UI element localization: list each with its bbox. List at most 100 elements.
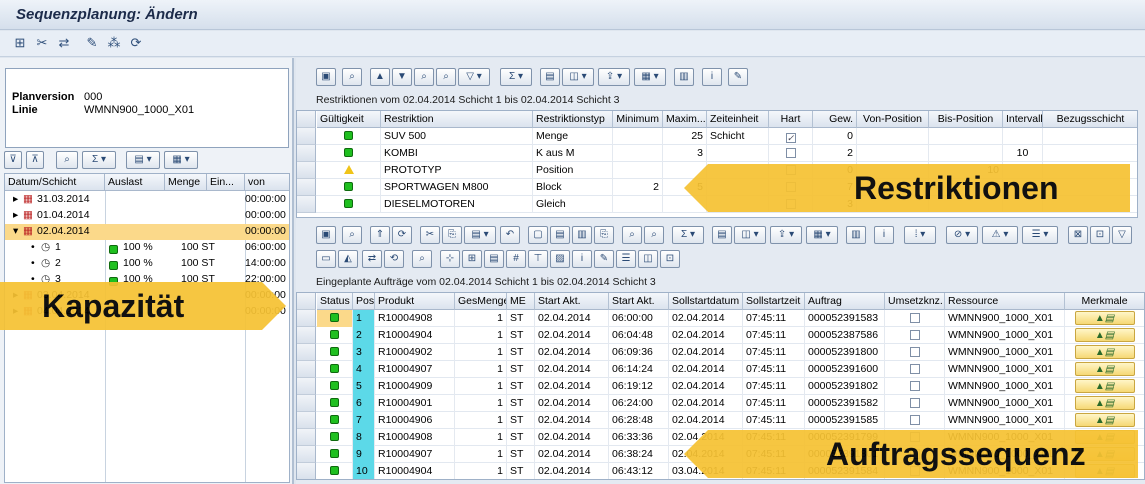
info-button[interactable]: i — [572, 250, 592, 268]
col-header[interactable]: Restriktionstyp — [533, 111, 613, 128]
col-header-datum-schicht[interactable]: Datum/Schicht — [5, 174, 105, 191]
hart-checkbox[interactable] — [769, 145, 813, 162]
doc-copy-button[interactable]: ⎘ — [594, 226, 614, 244]
col-header[interactable]: ME — [507, 293, 535, 310]
group-button[interactable]: ⊞ — [462, 250, 482, 268]
order-row[interactable]: 6 R10004901 1 ST 02.04.2014 06:24:00 02.04.201… — [297, 395, 1144, 412]
search-next-button[interactable]: ⌕ — [436, 68, 456, 86]
col-header[interactable]: GesMenge — [455, 293, 507, 310]
col-header[interactable]: Hart — [769, 111, 813, 128]
number-button[interactable]: # — [506, 250, 526, 268]
merkmale-button[interactable]: ▲▤ — [1065, 412, 1144, 429]
tree-row[interactable]: ▾ ▦ 02.04.2014 00:00:00 — [5, 224, 289, 240]
umsetzknz-checkbox[interactable] — [885, 412, 945, 429]
print-button[interactable]: ▤ — [712, 226, 732, 244]
image-button[interactable]: ▨ — [550, 250, 570, 268]
info-button[interactable]: i — [702, 68, 722, 86]
tree-row[interactable]: • ◷ 2 100 % 100 ST 14:00:00 — [5, 256, 289, 272]
restriction-row[interactable]: SUV 500 Menge 25 Schicht ✓ 0 — [297, 128, 1137, 145]
col-header[interactable]: Bezugsschicht — [1043, 111, 1137, 128]
list-button[interactable]: ☰ — [616, 250, 636, 268]
col-header[interactable]: Ressource — [945, 293, 1065, 310]
merkmale-button[interactable]: ▲▤ — [1065, 344, 1144, 361]
export-button[interactable]: ⇪ ▾ — [598, 68, 630, 86]
table-button[interactable]: ▭ — [316, 250, 336, 268]
row-selector[interactable] — [297, 196, 316, 213]
col-header[interactable]: Auftrag — [805, 293, 885, 310]
sort-desc-button[interactable]: ▼ — [392, 68, 412, 86]
doc-red-button[interactable]: ▥ — [572, 226, 592, 244]
settings-grid-icon[interactable]: ⁂ — [106, 35, 122, 51]
umsetzknz-checkbox[interactable] — [885, 395, 945, 412]
wizard-button[interactable]: ✎ — [728, 68, 748, 86]
row-selector[interactable] — [297, 463, 316, 479]
warning-button[interactable]: ⚠ ▾ — [982, 226, 1018, 244]
col-header[interactable]: Bis-Position — [929, 111, 1003, 128]
hierarchy-icon[interactable]: ⊞ — [12, 35, 28, 51]
row-selector[interactable] — [297, 327, 316, 344]
list-button[interactable]: ☰ ▾ — [1022, 226, 1058, 244]
col-header[interactable]: Restriktion — [381, 111, 533, 128]
col-header[interactable]: Minimum — [613, 111, 663, 128]
row-selector[interactable] — [297, 378, 316, 395]
order-row[interactable]: 2 R10004904 1 ST 02.04.2014 06:04:48 02.04.201… — [297, 327, 1144, 344]
print-button[interactable]: ▤ ▾ — [126, 151, 160, 169]
graphic-button[interactable]: ▥ — [846, 226, 866, 244]
col-header-ein[interactable]: Ein... — [207, 174, 245, 191]
chart-button[interactable]: ◭ — [338, 250, 358, 268]
merkmale-button[interactable]: ▲▤ — [1065, 361, 1144, 378]
row-selector[interactable] — [297, 429, 316, 446]
merkmale-button[interactable]: ▲▤ — [1065, 310, 1144, 327]
layout-button[interactable]: ▦ ▾ — [634, 68, 666, 86]
details-button[interactable]: ▣ — [316, 68, 336, 86]
filter-button[interactable]: ▽ — [1112, 226, 1132, 244]
transfer-button[interactable]: ⇄ — [362, 250, 382, 268]
layout-button[interactable]: ▦ ▾ — [806, 226, 838, 244]
find-button[interactable]: ⌕ — [342, 68, 362, 86]
umsetzknz-checkbox[interactable] — [885, 344, 945, 361]
view-button[interactable]: ◫ ▾ — [734, 226, 766, 244]
search-button[interactable]: ⌕ — [414, 68, 434, 86]
new-doc-button[interactable]: ▢ — [528, 226, 548, 244]
hierarchy-button[interactable]: ⊤ — [528, 250, 548, 268]
col-header[interactable]: Status — [317, 293, 353, 310]
tree-row[interactable]: • ◷ 1 100 % 100 ST 06:00:00 — [5, 240, 289, 256]
row-selector[interactable] — [297, 128, 316, 145]
col-header[interactable]: Sollstartzeit — [743, 293, 805, 310]
row-selector[interactable] — [297, 361, 316, 378]
fit-button[interactable]: ⊡ — [660, 250, 680, 268]
search-button[interactable]: ⌕ — [622, 226, 642, 244]
tree-expander-icon[interactable]: ▸ — [13, 192, 18, 207]
move-up-button[interactable]: ⇑ — [370, 226, 390, 244]
collapse-all-button[interactable]: ⊼ — [26, 151, 44, 169]
col-header-auslast[interactable]: Auslast — [105, 174, 165, 191]
col-header[interactable]: Merkmale — [1065, 293, 1144, 310]
details-button[interactable]: ▣ — [316, 226, 336, 244]
view-button[interactable]: ◫ ▾ — [562, 68, 594, 86]
sum-button[interactable]: Σ ▾ — [672, 226, 704, 244]
col-header[interactable]: Produkt — [375, 293, 455, 310]
zoom-button[interactable]: ⌕ — [412, 250, 432, 268]
col-header[interactable]: Zeiteinheit — [707, 111, 769, 128]
col-header[interactable]: Sollstartdatum — [669, 293, 743, 310]
tree-expander-icon[interactable]: ▾ — [13, 224, 18, 239]
col-header[interactable]: Gew. — [813, 111, 857, 128]
lock-button[interactable]: ⊠ — [1068, 226, 1088, 244]
doc-button[interactable]: ▤ — [550, 226, 570, 244]
order-row[interactable]: 3 R10004902 1 ST 02.04.2014 06:09:36 02.04.201… — [297, 344, 1144, 361]
umsetzknz-checkbox[interactable] — [885, 327, 945, 344]
doc-button[interactable]: ▤ — [484, 250, 504, 268]
split-button[interactable]: ◫ — [638, 250, 658, 268]
order-row[interactable]: 1 R10004908 1 ST 02.04.2014 06:00:00 02.04.201… — [297, 310, 1144, 327]
export-button[interactable]: ⇪ ▾ — [770, 226, 802, 244]
row-selector[interactable] — [297, 145, 316, 162]
graphic-button[interactable]: ▥ — [674, 68, 694, 86]
find-button[interactable]: ⌕ — [342, 226, 362, 244]
col-header[interactable]: Start Akt. — [609, 293, 669, 310]
sum-button[interactable]: Σ ▾ — [82, 151, 116, 169]
expand-all-button[interactable]: ⊽ — [4, 151, 22, 169]
cut-button[interactable]: ✂ — [420, 226, 440, 244]
tree-button[interactable]: ⊹ — [440, 250, 460, 268]
menu-button[interactable]: ⁞ ▾ — [904, 226, 936, 244]
tree-row[interactable]: ▸ ▦ 31.03.2014 00:00:00 — [5, 192, 289, 208]
